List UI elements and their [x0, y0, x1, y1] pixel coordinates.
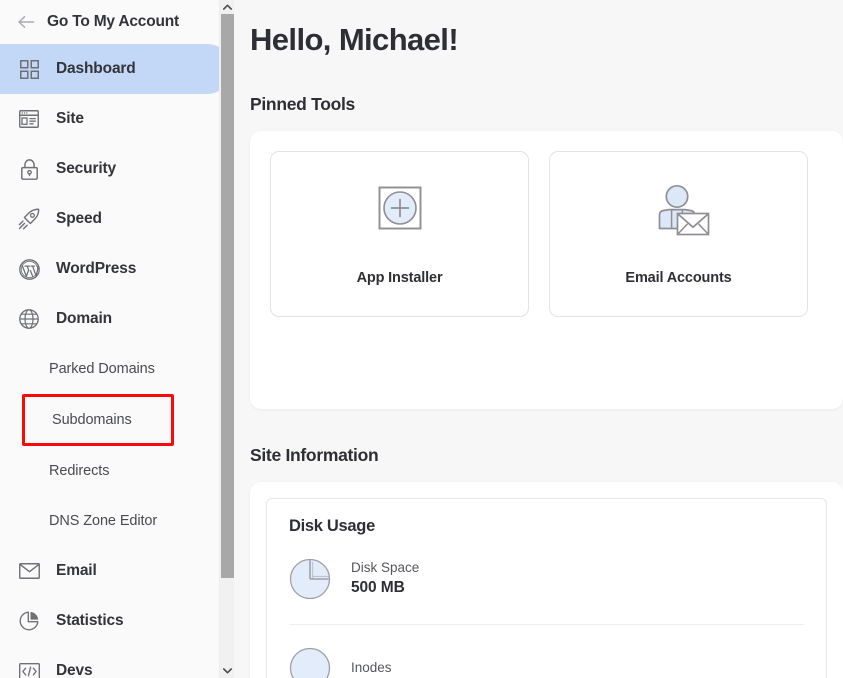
tool-card-app-installer[interactable]: App Installer [270, 151, 529, 317]
sidebar-item-devs[interactable]: Devs [0, 646, 232, 678]
tool-card-email-accounts[interactable]: Email Accounts [549, 151, 808, 317]
sidebar-item-label: Security [56, 160, 116, 177]
metric-label: Disk Space [351, 559, 420, 575]
code-icon [18, 660, 40, 678]
envelope-icon [18, 560, 40, 582]
sidebar-item-statistics[interactable]: Statistics [0, 596, 232, 646]
rocket-icon [18, 208, 40, 230]
page-title: Hello, Michael! [250, 22, 459, 57]
disk-usage-card: Disk Usage Disk Space 500 MB Inodes [266, 498, 827, 678]
sidebar-item-dashboard[interactable]: Dashboard [0, 44, 232, 94]
metric-row-disk-space: Disk Space 500 MB [289, 536, 804, 624]
pie-chart-icon [289, 558, 331, 600]
scroll-down-arrow-icon[interactable] [220, 664, 234, 678]
sidebar-item-label: Speed [56, 210, 102, 227]
lock-icon [18, 158, 40, 180]
grid-icon [18, 58, 40, 80]
sidebar-item-label: Domain [56, 310, 112, 327]
app-installer-icon [359, 182, 441, 260]
main-content: Hello, Michael! Pinned Tools App Install… [234, 0, 843, 678]
sidebar-scroll-region: Go To My Account Dashboard Site Security… [0, 0, 234, 678]
pinned-tools-heading: Pinned Tools [250, 94, 355, 114]
sidebar: Go To My Account Dashboard Site Security… [0, 0, 234, 678]
sidebar-item-label: WordPress [56, 260, 137, 277]
pinned-tools-panel: App Installer Email Accounts [250, 131, 843, 409]
browser-window-icon [18, 108, 40, 130]
sidebar-item-dns-zone-editor[interactable]: DNS Zone Editor [0, 496, 234, 546]
tool-card-label: App Installer [356, 270, 443, 286]
metric-text: Disk Space 500 MB [351, 559, 419, 600]
scroll-up-arrow-icon[interactable] [220, 0, 234, 14]
sidebar-scrollbar[interactable] [219, 0, 234, 678]
sidebar-subitem-label: DNS Zone Editor [49, 513, 158, 529]
sidebar-item-label: Email [56, 562, 97, 579]
sidebar-item-subdomains[interactable]: Subdomains [22, 394, 174, 446]
sidebar-item-parked-domains[interactable]: Parked Domains [0, 344, 234, 394]
sidebar-item-speed[interactable]: Speed [0, 194, 232, 244]
metric-row-inodes: Inodes [289, 624, 804, 678]
sidebar-subitem-label: Subdomains [52, 412, 132, 428]
app-root: Go To My Account Dashboard Site Security… [0, 0, 843, 678]
sidebar-item-label: Site [56, 110, 84, 127]
go-to-my-account-label: Go To My Account [47, 13, 179, 30]
email-accounts-icon [638, 182, 720, 260]
wordpress-icon [18, 258, 40, 280]
metric-label: Inodes [351, 659, 392, 675]
disk-usage-title: Disk Usage [289, 517, 375, 535]
sidebar-item-site[interactable]: Site [0, 94, 232, 144]
metric-value: 500 MB [351, 578, 405, 596]
sidebar-item-label: Statistics [56, 612, 124, 629]
sidebar-item-domain[interactable]: Domain [0, 294, 232, 344]
sidebar-item-email[interactable]: Email [0, 546, 232, 596]
sidebar-item-wordpress[interactable]: WordPress [0, 244, 232, 294]
arrow-left-icon [17, 13, 35, 31]
metric-text: Inodes [351, 659, 392, 677]
sidebar-item-label: Devs [56, 662, 93, 678]
go-to-my-account-link[interactable]: Go To My Account [0, 0, 234, 44]
sidebar-subitem-label: Redirects [49, 463, 110, 479]
pie-chart-icon [289, 647, 331, 678]
pie-chart-icon [18, 610, 40, 632]
site-information-panel: Disk Usage Disk Space 500 MB Inodes [250, 482, 843, 678]
sidebar-subitem-label: Parked Domains [49, 361, 155, 377]
globe-icon [18, 308, 40, 330]
sidebar-item-redirects[interactable]: Redirects [0, 446, 234, 496]
sidebar-item-security[interactable]: Security [0, 144, 232, 194]
scrollbar-thumb[interactable] [221, 14, 234, 578]
site-information-heading: Site Information [250, 445, 379, 465]
sidebar-item-label: Dashboard [56, 60, 136, 77]
tool-card-label: Email Accounts [625, 270, 732, 286]
